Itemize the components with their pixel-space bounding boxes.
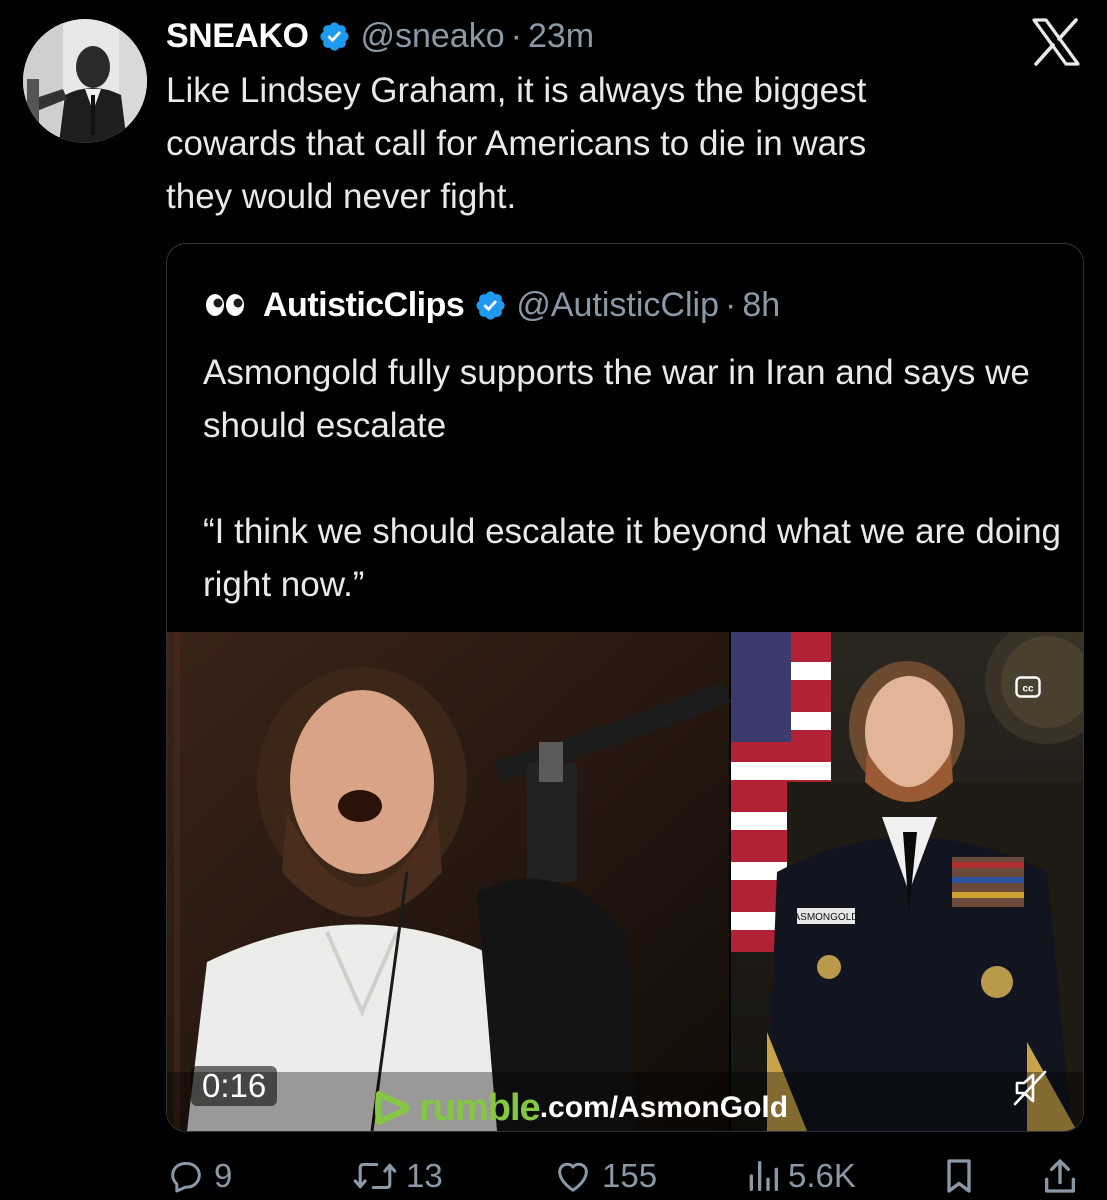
separator-dot: · (510, 16, 522, 55)
x-logo-icon[interactable] (1028, 14, 1084, 70)
verified-badge-icon (476, 290, 505, 320)
mute-icon[interactable] (1011, 1068, 1051, 1108)
heart-icon (558, 1162, 588, 1192)
reply-button[interactable]: 9 (166, 1152, 232, 1200)
avatar-image (23, 19, 147, 143)
tweet-header: SNEAKO @sneako · 23m (166, 14, 594, 58)
repost-icon (353, 1162, 397, 1190)
action-bar: 9 13 155 5.6K (166, 1152, 1082, 1200)
rumble-play-icon (375, 1091, 409, 1125)
quote-header: AutisticClips @AutisticClip · 8h (205, 283, 780, 327)
quote-text: Asmongold fully supports the war in Iran… (203, 346, 1063, 664)
views-icon (749, 1161, 778, 1191)
quote-paragraph-2: “I think we should escalate it beyond wh… (203, 512, 1062, 604)
video-player[interactable]: ASMONGOLD cc 0:16 rumble .com/AsmonGold (167, 632, 1083, 1131)
video-frame: ASMONGOLD (167, 632, 1083, 1131)
reply-count: 9 (214, 1157, 233, 1194)
rumble-brand: rumble (419, 1086, 541, 1129)
tweet-time[interactable]: 23m (528, 17, 594, 56)
share-button[interactable] (1042, 1152, 1086, 1200)
bookmark-icon (947, 1159, 971, 1193)
like-count: 155 (602, 1157, 658, 1194)
quoted-tweet[interactable]: AutisticClips @AutisticClip · 8h Asmongo… (166, 243, 1084, 1132)
separator-dot: · (724, 285, 737, 324)
repost-count: 13 (406, 1157, 443, 1194)
rumble-path: .com/AsmonGold (539, 1091, 789, 1124)
video-duration: 0:16 (191, 1066, 278, 1106)
views-count: 5.6K (788, 1157, 856, 1194)
author-avatar[interactable] (23, 19, 147, 143)
bookmark-button[interactable] (942, 1152, 984, 1200)
cc-icon[interactable]: cc (1015, 676, 1041, 698)
tweet-text: Like Lindsey Graham, it is always the bi… (166, 71, 867, 216)
views-button[interactable]: 5.6K (746, 1152, 856, 1200)
repost-button[interactable]: 13 (352, 1152, 443, 1200)
reply-icon (171, 1162, 201, 1193)
author-name[interactable]: SNEAKO (166, 17, 309, 56)
quote-author-handle[interactable]: @AutisticClip (516, 286, 719, 325)
quote-paragraph-1: Asmongold fully supports the war in Iran… (203, 353, 1030, 445)
like-button[interactable]: 155 (552, 1152, 657, 1200)
quote-time[interactable]: 8h (742, 286, 780, 325)
eyes-emoji-icon (206, 294, 244, 316)
svg-text:cc: cc (1022, 684, 1034, 695)
name-tag-text: ASMONGOLD (793, 912, 858, 923)
verified-badge-icon (320, 21, 350, 51)
share-icon (1044, 1159, 1075, 1193)
rumble-watermark: rumble .com/AsmonGold (371, 1086, 789, 1129)
author-handle[interactable]: @sneako (360, 17, 504, 56)
quote-author-name[interactable]: AutisticClips (263, 286, 465, 325)
